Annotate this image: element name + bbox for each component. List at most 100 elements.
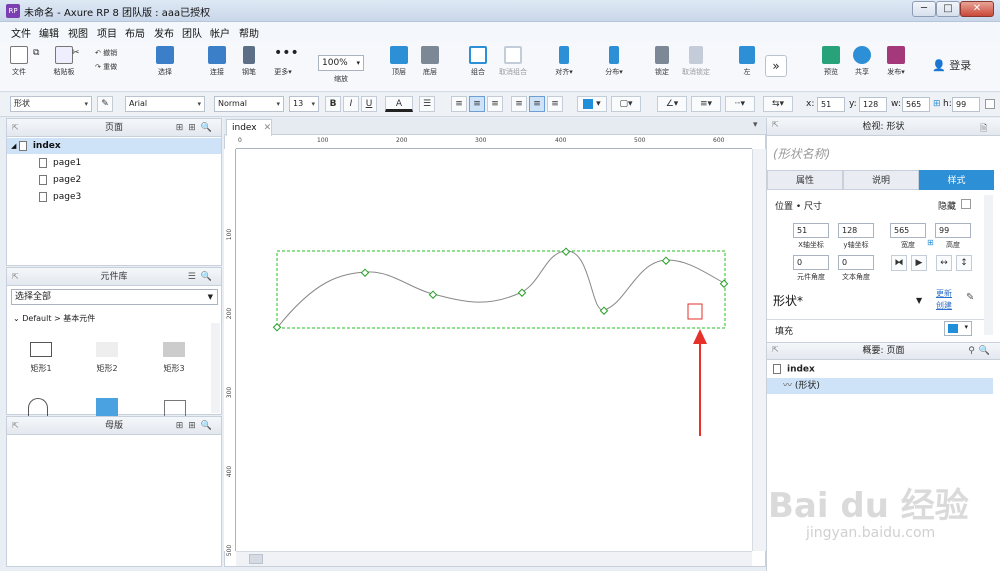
font-family-select[interactable]: Arial ▾ [125, 96, 205, 112]
style-edit-icon[interactable]: ✎ [97, 96, 113, 112]
library-menu-icon[interactable]: ☰🔍 [188, 268, 217, 286]
copy-icon[interactable]: ⧉ [33, 48, 39, 58]
menu-publish[interactable]: 发布 [154, 25, 174, 40]
inspector-scrollbar[interactable] [984, 195, 993, 335]
shape-type-select[interactable]: 形状 ▾ [10, 96, 92, 112]
canvas-vertical-scrollbar[interactable] [752, 149, 766, 551]
lock-ratio-icon[interactable]: ⊞ [933, 99, 941, 109]
filter-search-icon[interactable]: ⚲🔍 [968, 343, 994, 359]
preview-button[interactable]: 预览 [820, 46, 842, 77]
vertex-handle[interactable] [428, 290, 438, 299]
fill-color-button[interactable]: ▾ [577, 96, 607, 112]
y-input[interactable]: 128 [859, 97, 887, 112]
lock-ratio-icon[interactable]: ⊞ [927, 238, 934, 247]
font-style-select[interactable]: Normal ▾ [214, 96, 284, 112]
overflow-button[interactable]: » [765, 55, 787, 77]
tab-properties[interactable]: 属性 [767, 170, 843, 190]
placeholder-icon[interactable] [164, 400, 186, 416]
redo-button[interactable]: ↷ 重做 [95, 62, 117, 72]
page-item[interactable]: page2 [7, 172, 221, 188]
update-style-link[interactable]: 更新 [936, 288, 952, 299]
create-style-link[interactable]: 创建 [936, 300, 952, 311]
cut-icon[interactable]: ✂ [72, 48, 80, 58]
align-right-icon[interactable]: ≡ [487, 96, 503, 112]
font-size-select[interactable]: 13 ▾ [289, 96, 319, 112]
undo-button[interactable]: ↶ 撤销 [95, 48, 117, 58]
left-pane-button[interactable]: 左 [736, 46, 758, 77]
menu-team[interactable]: 团队 [182, 25, 202, 40]
y-coordinate-input[interactable]: 128 [838, 223, 874, 238]
widget-rectangle-1[interactable]: 矩形1 [21, 342, 61, 374]
unlock-button[interactable]: 取消锁定 [678, 46, 714, 77]
maximize-button[interactable]: □ [936, 1, 960, 17]
library-select[interactable]: 选择全部 ▼ [11, 289, 218, 305]
line-style-button[interactable]: ┈▾ [725, 96, 755, 112]
align-center-icon[interactable]: ≡ [469, 96, 485, 112]
close-tab-icon[interactable]: ✕ [264, 123, 272, 133]
menu-project[interactable]: 项目 [97, 25, 117, 40]
library-scrollbar[interactable] [211, 323, 220, 413]
widget-rectangle-3[interactable]: 矩形3 [154, 342, 194, 374]
master-tools-icon[interactable]: ⊞⊞🔍 [176, 417, 217, 435]
align-left-icon[interactable]: ≡ [451, 96, 467, 112]
connect-tool[interactable]: 连接 [202, 46, 232, 77]
page-item[interactable]: page1 [7, 155, 221, 171]
page-tools-icon[interactable]: ⊞⊞🔍 [176, 119, 217, 137]
library-group[interactable]: ⌄ Default > 基本元件 [13, 313, 95, 324]
tab-menu-icon[interactable]: ▾ [753, 120, 758, 130]
x-coordinate-input[interactable]: 51 [793, 223, 829, 238]
hidden-checkbox[interactable] [985, 99, 995, 109]
bullet-list-icon[interactable]: ☰ [419, 96, 435, 112]
vertex-handle[interactable] [561, 247, 571, 256]
italic-button[interactable]: I [343, 96, 359, 112]
outline-root[interactable]: index [773, 364, 815, 375]
vertex-handle[interactable] [599, 306, 609, 315]
bold-button[interactable]: B [325, 96, 341, 112]
pen-tool[interactable]: 钢笔 [236, 46, 262, 77]
edit-style-icon[interactable]: ✎ [966, 292, 974, 303]
shape-name-field[interactable]: (形状名称) [773, 145, 830, 162]
share-button[interactable]: 共享 [851, 46, 873, 77]
menu-edit[interactable]: 编辑 [39, 25, 59, 40]
valign-middle-icon[interactable]: ≡ [529, 96, 545, 112]
more-tools[interactable]: ••• 更多▾ [270, 46, 299, 77]
valign-top-icon[interactable]: ≡ [511, 96, 527, 112]
align-button[interactable]: 对齐▾ [551, 46, 577, 77]
bring-front-button[interactable]: 顶层 [388, 46, 410, 77]
arrow-style-button[interactable]: ⇆▾ [763, 96, 793, 112]
page-item[interactable]: page3 [7, 189, 221, 205]
file-button[interactable]: 文件 [8, 46, 30, 77]
menu-view[interactable]: 视图 [68, 25, 88, 40]
group-button[interactable]: 组合 [467, 46, 489, 77]
line-width-button[interactable]: ≡▾ [691, 96, 721, 112]
page-item-index[interactable]: ◢ index [7, 138, 221, 154]
fit-width-icon[interactable]: ↔ [936, 255, 952, 271]
send-back-button[interactable]: 底层 [419, 46, 441, 77]
distribute-button[interactable]: 分布▾ [601, 46, 627, 77]
canvas-horizontal-scrollbar[interactable] [236, 551, 752, 566]
rotation-input[interactable]: 0 [793, 255, 829, 270]
menu-help[interactable]: 帮助 [239, 25, 259, 40]
x-input[interactable]: 51 [817, 97, 845, 112]
tab-index[interactable]: index ✕ [226, 119, 272, 136]
tab-style[interactable]: 样式 [919, 170, 994, 190]
h-input[interactable]: 99 [952, 97, 980, 112]
menu-layout[interactable]: 布局 [125, 25, 145, 40]
fit-height-icon[interactable]: ↕ [956, 255, 972, 271]
ellipse-icon[interactable] [28, 398, 48, 416]
hide-checkbox[interactable] [961, 199, 971, 209]
login-button[interactable]: 👤 登录 [932, 57, 971, 73]
chevron-down-icon[interactable]: ▼ [916, 296, 922, 305]
widget-rectangle-2[interactable]: 矩形2 [87, 342, 127, 374]
text-rotation-input[interactable]: 0 [838, 255, 874, 270]
vertex-handle[interactable] [661, 256, 671, 265]
menu-file[interactable]: 文件 [11, 25, 31, 40]
publish-button[interactable]: 发布▾ [883, 46, 909, 77]
font-color-button[interactable]: A [385, 96, 413, 112]
valign-bottom-icon[interactable]: ≡ [547, 96, 563, 112]
scroll-thumb[interactable] [249, 554, 263, 564]
line-color-button[interactable]: ∠▾ [657, 96, 687, 112]
fill-color-picker[interactable]: ▾ [944, 321, 972, 336]
w-input[interactable]: 565 [902, 97, 930, 112]
close-button[interactable]: ✕ [960, 1, 994, 17]
